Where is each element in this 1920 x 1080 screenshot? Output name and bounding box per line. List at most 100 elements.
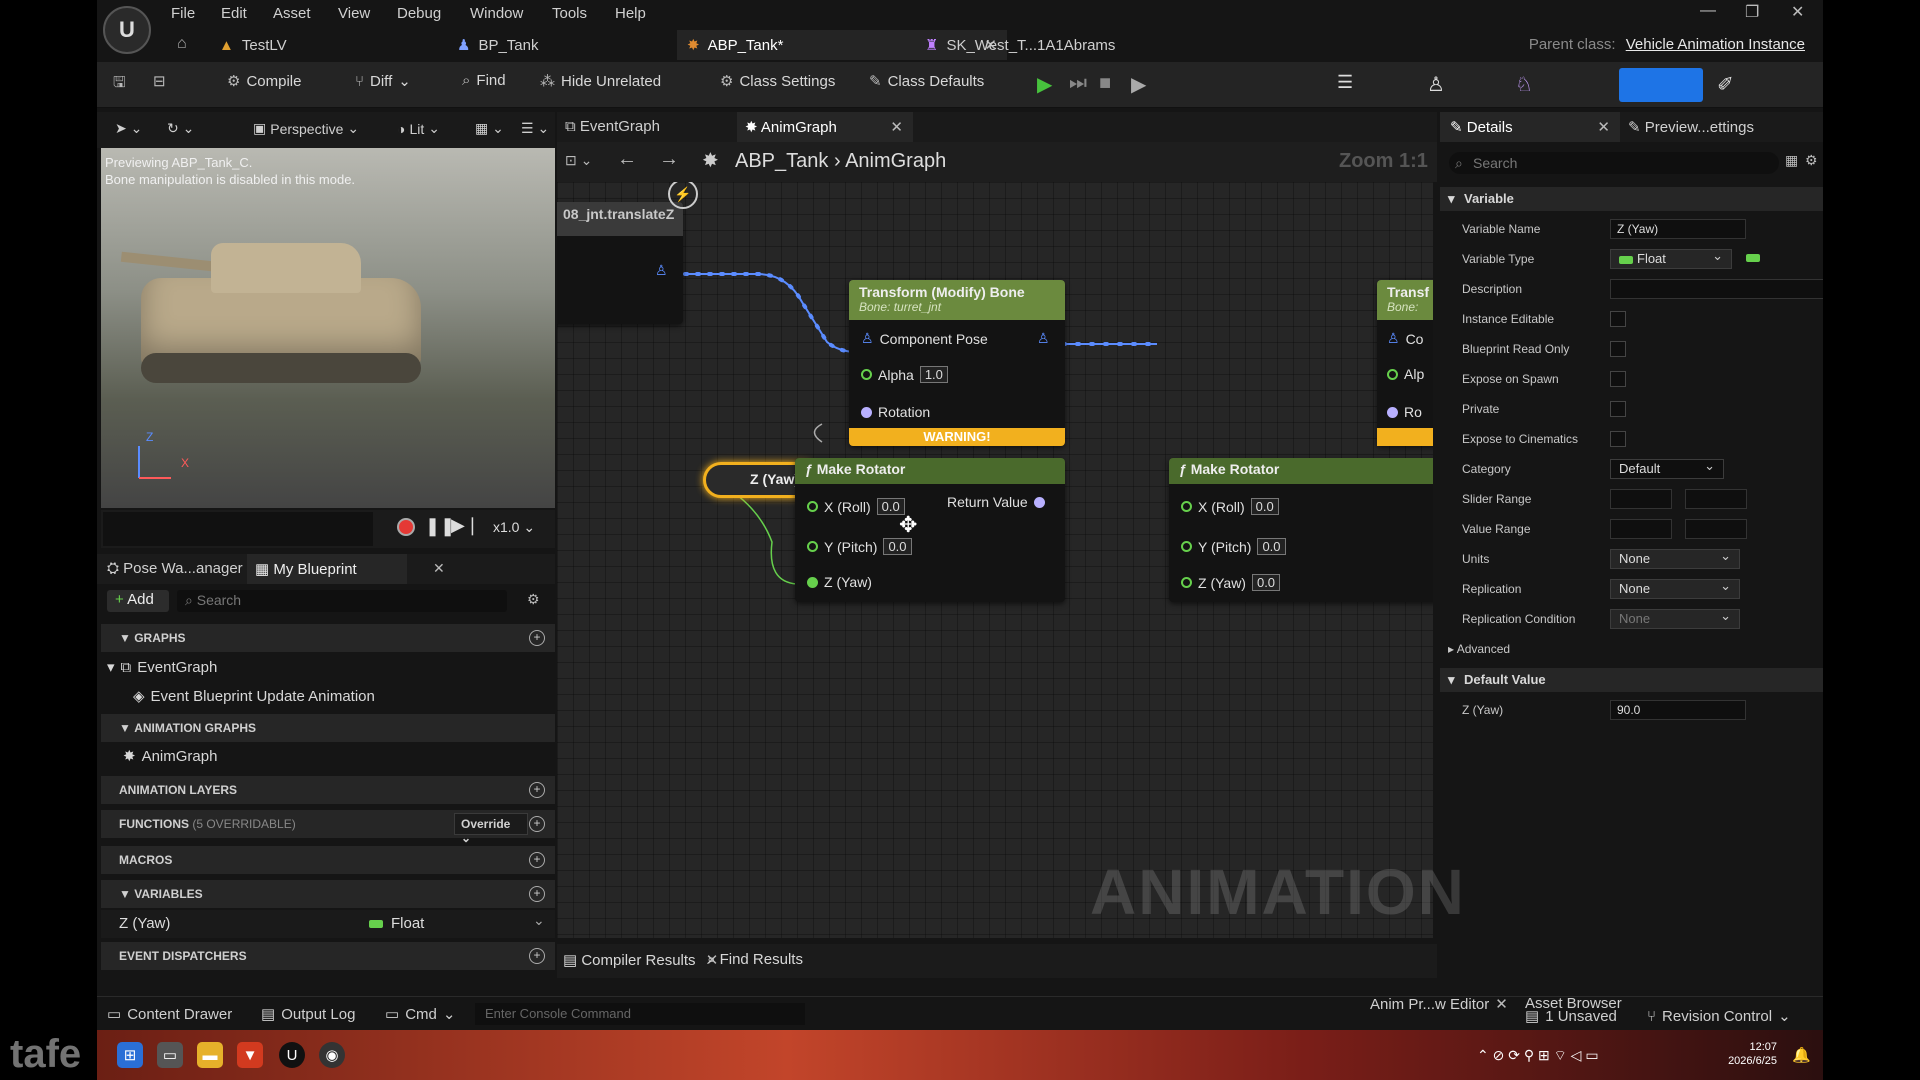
instance-editable-checkbox[interactable] — [1610, 311, 1626, 327]
container-type-dropdown[interactable] — [1746, 254, 1760, 262]
show-dropdown[interactable]: ▦ ⌄ — [475, 120, 504, 137]
expose-on-spawn-checkbox[interactable] — [1610, 371, 1626, 387]
class-defaults-button[interactable]: ✎ Class Defaults — [869, 72, 984, 91]
tab-find-results[interactable]: ⌕ Find Results — [707, 951, 803, 968]
obs-icon[interactable]: ◉ — [319, 1042, 345, 1068]
component-pose-pin[interactable]: ♙ Component Pose — [861, 330, 988, 347]
tab-skeletal-mesh[interactable]: ♜ SK_West_T...1A1Abrams — [915, 30, 1125, 60]
start-icon[interactable]: ⊞ — [117, 1042, 143, 1068]
section-variables[interactable]: ▼ VARIABLES + — [101, 880, 555, 908]
add-variable-icon[interactable]: + — [529, 886, 545, 902]
revision-control-button[interactable]: ⑂ Revision Control ⌄ — [1647, 1007, 1791, 1026]
output-log-button[interactable]: ▤ Output Log — [261, 1005, 355, 1024]
play-icon[interactable]: ▶ — [1037, 72, 1052, 97]
lit-dropdown[interactable]: ◑ Lit ⌄ — [397, 120, 440, 137]
override-dropdown[interactable]: Override ⌄ — [454, 813, 528, 845]
bookmark-icon[interactable]: ⊡ ⌄ — [565, 152, 592, 169]
tab-bp-tank[interactable]: ♟ BP_Tank — [447, 30, 549, 60]
alpha-value[interactable]: 1.0 — [919, 366, 948, 383]
table-view-icon[interactable]: ▦ — [1785, 152, 1798, 169]
anim-graph-canvas[interactable]: 08_jnt.translateZ ♙ ⚡ Transform (Modify)… — [557, 182, 1433, 938]
diff-button[interactable]: ⑂ Diff ⌄ — [355, 72, 411, 91]
pose-pin-icon[interactable]: ♙ — [655, 262, 668, 279]
add-macro-icon[interactable]: + — [529, 852, 545, 868]
chevron-down-icon[interactable]: ⌄ — [533, 912, 545, 929]
section-event-dispatchers[interactable]: EVENT DISPATCHERS + — [101, 942, 555, 970]
step-forward-icon[interactable]: ▶❘ — [451, 515, 480, 536]
gear-icon[interactable]: ⚙ — [1805, 152, 1818, 169]
notification-icon[interactable]: 🔔 — [1792, 1046, 1811, 1064]
add-graph-icon[interactable]: + — [529, 630, 545, 646]
return-value-pin[interactable]: Return Value — [947, 494, 1045, 510]
section-graphs[interactable]: ▼ GRAPHS + — [101, 624, 555, 652]
close-icon[interactable]: ✕ — [1495, 995, 1508, 1013]
output-pose-pin-icon[interactable]: ♙ — [1037, 330, 1050, 347]
tree-event-graph[interactable]: ▾ ⧉ EventGraph — [107, 658, 217, 677]
home-icon[interactable]: ⌂ — [177, 35, 187, 53]
blueprint-read-only-checkbox[interactable] — [1610, 341, 1626, 357]
breadcrumb[interactable]: ABP_Tank › AnimGraph — [735, 150, 946, 173]
close-icon[interactable]: ✕ — [433, 560, 445, 577]
tab-my-blueprint[interactable]: ▦ My Blueprint — [247, 554, 407, 584]
replication-dropdown[interactable]: None — [1610, 578, 1740, 599]
private-checkbox[interactable] — [1610, 401, 1626, 417]
tree-event-update[interactable]: ◈ Event Blueprint Update Animation — [133, 687, 375, 706]
viewport-menu[interactable]: ☰ ⌄ — [521, 120, 549, 137]
menu-tools[interactable]: Tools — [552, 5, 587, 22]
section-animation-graphs[interactable]: ▼ ANIMATION GRAPHS — [101, 714, 555, 742]
simulate-icon[interactable]: ▶ — [1131, 72, 1146, 97]
tab-details[interactable]: ✎ Details ✕ — [1440, 112, 1620, 142]
add-function-icon[interactable]: + — [529, 816, 545, 832]
units-dropdown[interactable]: None — [1610, 548, 1740, 569]
menu-file[interactable]: File — [171, 5, 195, 22]
default-z-yaw-input[interactable]: 90.0 — [1610, 700, 1746, 720]
stop-icon[interactable]: ■ — [1099, 72, 1111, 95]
menu-window[interactable]: Window — [470, 5, 523, 22]
category-default-value[interactable]: ▾ Default Value — [1440, 668, 1823, 692]
rotate-icon[interactable]: ↻ ⌄ — [167, 120, 194, 137]
variable-name-input[interactable]: Z (Yaw) — [1610, 219, 1746, 239]
y-pitch-pin[interactable]: Y (Pitch) 0.0 — [807, 538, 912, 555]
desktop-icon[interactable]: ▭ — [157, 1042, 183, 1068]
hide-unrelated-button[interactable]: ⁂ Hide Unrelated — [540, 72, 661, 91]
unsaved-indicator[interactable]: ▤ 1 Unsaved — [1525, 1007, 1617, 1026]
tab-preview-settings[interactable]: ✎ Preview...ettings — [1628, 118, 1754, 136]
expose-to-cinematics-checkbox[interactable] — [1610, 431, 1626, 447]
value-range-max[interactable] — [1685, 519, 1747, 539]
step-icon[interactable]: ⏭ — [1069, 72, 1087, 95]
value-range-min[interactable] — [1610, 519, 1672, 539]
variable-type-dropdown[interactable]: Float — [1610, 248, 1732, 269]
tree-anim-graph[interactable]: ✸ AnimGraph — [123, 747, 217, 766]
bone-node-translate-z[interactable]: 08_jnt.translateZ ♙ — [557, 202, 683, 324]
transform-modify-bone-node[interactable]: Transform (Modify) Bone Bone: turret_jnt… — [849, 280, 1065, 446]
system-tray-icons[interactable]: ⌃ ⊘ ⟳ ⚲ ⊞ ⌔ ◁ ▭ — [1477, 1047, 1599, 1065]
section-macros[interactable]: MACROS + — [101, 846, 555, 874]
category-variable[interactable]: ▾ Variable — [1440, 187, 1823, 211]
alpha-pin[interactable]: Alpha 1.0 — [861, 366, 948, 383]
menu-asset[interactable]: Asset — [273, 5, 311, 22]
tab-anim-preview-editor[interactable]: Anim Pr...w Editor ✕ — [1370, 995, 1508, 1014]
record-icon[interactable] — [397, 518, 415, 536]
gear-icon[interactable]: ⚙ — [527, 591, 540, 608]
slider-range-max[interactable] — [1685, 489, 1747, 509]
variable-row[interactable]: Z (Yaw) Float ⌄ — [101, 910, 555, 938]
unreal-logo-icon[interactable]: U — [103, 6, 151, 54]
compile-button[interactable]: ⚙ Compile — [227, 72, 301, 91]
make-rotator-node-2[interactable]: ƒ Make Rotator X (Roll) 0.0 Y (Pitch) 0.0 … — [1169, 458, 1433, 602]
tab-testlv[interactable]: ▲ TestLV — [209, 30, 297, 60]
unreal-taskbar-icon[interactable]: U — [279, 1042, 305, 1068]
category-dropdown[interactable]: Default — [1610, 458, 1724, 479]
clock[interactable]: 12:07 2026/6/25 — [1728, 1040, 1777, 1068]
description-input[interactable] — [1610, 279, 1823, 299]
transform-modify-bone-node-2[interactable]: Transf Bone: ♙ Co Alp Ro — [1377, 280, 1433, 446]
close-window-icon[interactable]: ✕ — [1791, 2, 1804, 22]
physics-mode-icon[interactable]: ✐ — [1717, 72, 1734, 97]
transform-mode-icon[interactable]: ➤ ⌄ — [115, 120, 142, 137]
animation-mode-button[interactable] — [1619, 68, 1703, 102]
section-animation-layers[interactable]: ANIMATION LAYERS + — [101, 776, 555, 804]
x-roll-pin[interactable]: X (Roll) 0.0 — [807, 498, 905, 515]
make-rotator-node[interactable]: ƒ Make Rotator X (Roll) 0.0 Y (Pitch) 0.0 … — [795, 458, 1065, 602]
menu-view[interactable]: View — [338, 5, 370, 22]
replication-condition-dropdown[interactable]: None — [1610, 608, 1740, 629]
rotation-pin[interactable]: Rotation — [861, 404, 930, 420]
